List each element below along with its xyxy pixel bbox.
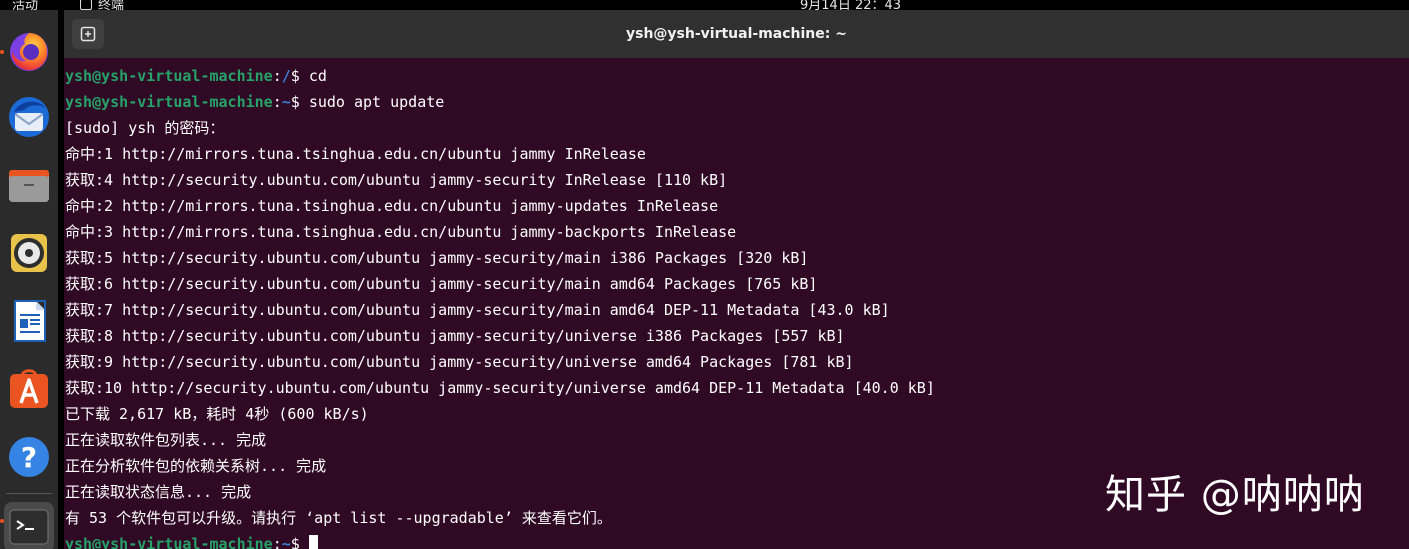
libreoffice-writer-icon [14, 300, 46, 342]
rhythmbox-icon [11, 234, 47, 272]
output-line: 正在读取软件包列表... 完成 [65, 431, 267, 449]
prompt-user: ysh@ysh-virtual-machine [65, 93, 273, 111]
dock-separator [6, 493, 52, 494]
activities-button[interactable]: 活动 [12, 0, 38, 10]
prompt-path: ~ [281, 93, 291, 111]
dock-item-firefox[interactable] [4, 26, 54, 76]
thunderbird-icon [9, 97, 49, 137]
terminal-icon [9, 509, 49, 545]
app-menu-label: 终端 [98, 0, 125, 10]
dock-item-thunderbird[interactable] [4, 92, 54, 142]
dock-item-app-center[interactable] [4, 364, 54, 414]
desktop: 活动 终端 9月14日 22：43 ? ysh@ysh-virtual-mach… [0, 0, 1409, 549]
app-center-icon [10, 369, 48, 408]
output-line: 命中:2 http://mirrors.tuna.tsinghua.edu.cn… [65, 197, 719, 215]
firefox-icon [10, 33, 48, 71]
clock[interactable]: 9月14日 22：43 [800, 0, 901, 10]
prompt-user: ysh@ysh-virtual-machine [65, 67, 273, 85]
prompt-user: ysh@ysh-virtual-machine [65, 535, 273, 549]
output-line: 获取:4 http://security.ubuntu.com/ubuntu j… [65, 171, 728, 189]
prompt-line: ysh@ysh-virtual-machine:/$ cd [65, 67, 327, 85]
output-line: 获取:9 http://security.ubuntu.com/ubuntu j… [65, 353, 854, 371]
dock-item-rhythmbox[interactable] [4, 228, 54, 278]
files-icon [9, 170, 49, 202]
app-menu[interactable]: 终端 [80, 0, 124, 10]
help-icon: ? [9, 437, 49, 477]
dock-item-files[interactable] [4, 160, 54, 210]
prompt-path: / [281, 67, 291, 85]
dock-item-help[interactable]: ? [4, 432, 54, 482]
window-title: ysh@ysh-virtual-machine: ~ [626, 26, 847, 42]
header-bar: ysh@ysh-virtual-machine: ~ [64, 10, 1409, 58]
window-icon [80, 0, 92, 10]
output-line: 获取:6 http://security.ubuntu.com/ubuntu j… [65, 275, 818, 293]
command-text: cd [308, 67, 327, 85]
output-line: 获取:10 http://security.ubuntu.com/ubuntu … [65, 379, 935, 397]
prompt-path: ~ [281, 535, 291, 549]
output-line: 已下载 2,617 kB，耗时 4秒 (600 kB/s) [65, 405, 369, 423]
output-line: 命中:3 http://mirrors.tuna.tsinghua.edu.cn… [65, 223, 737, 241]
prompt-line: ysh@ysh-virtual-machine:~$ [64, 531, 1409, 549]
output-line: 命中:1 http://mirrors.tuna.tsinghua.edu.cn… [65, 145, 646, 163]
output-line: 获取:8 http://security.ubuntu.com/ubuntu j… [65, 327, 845, 345]
dock-item-writer[interactable] [4, 296, 54, 346]
dock: ? [0, 10, 58, 549]
svg-text:?: ? [21, 441, 37, 474]
terminal-cursor [308, 535, 318, 549]
output-line: [sudo] ysh 的密码： [65, 119, 225, 137]
output-line: 获取:7 http://security.ubuntu.com/ubuntu j… [65, 301, 890, 319]
dock-item-terminal[interactable] [4, 502, 54, 549]
watermark: 知乎 @呐呐呐 [1105, 472, 1365, 518]
output-line: 获取:5 http://security.ubuntu.com/ubuntu j… [65, 249, 809, 267]
top-bar: 活动 终端 9月14日 22：43 [0, 0, 1409, 10]
command-text: sudo apt update [308, 93, 445, 111]
prompt-line: ysh@ysh-virtual-machine:~$ sudo apt upda… [65, 93, 445, 111]
